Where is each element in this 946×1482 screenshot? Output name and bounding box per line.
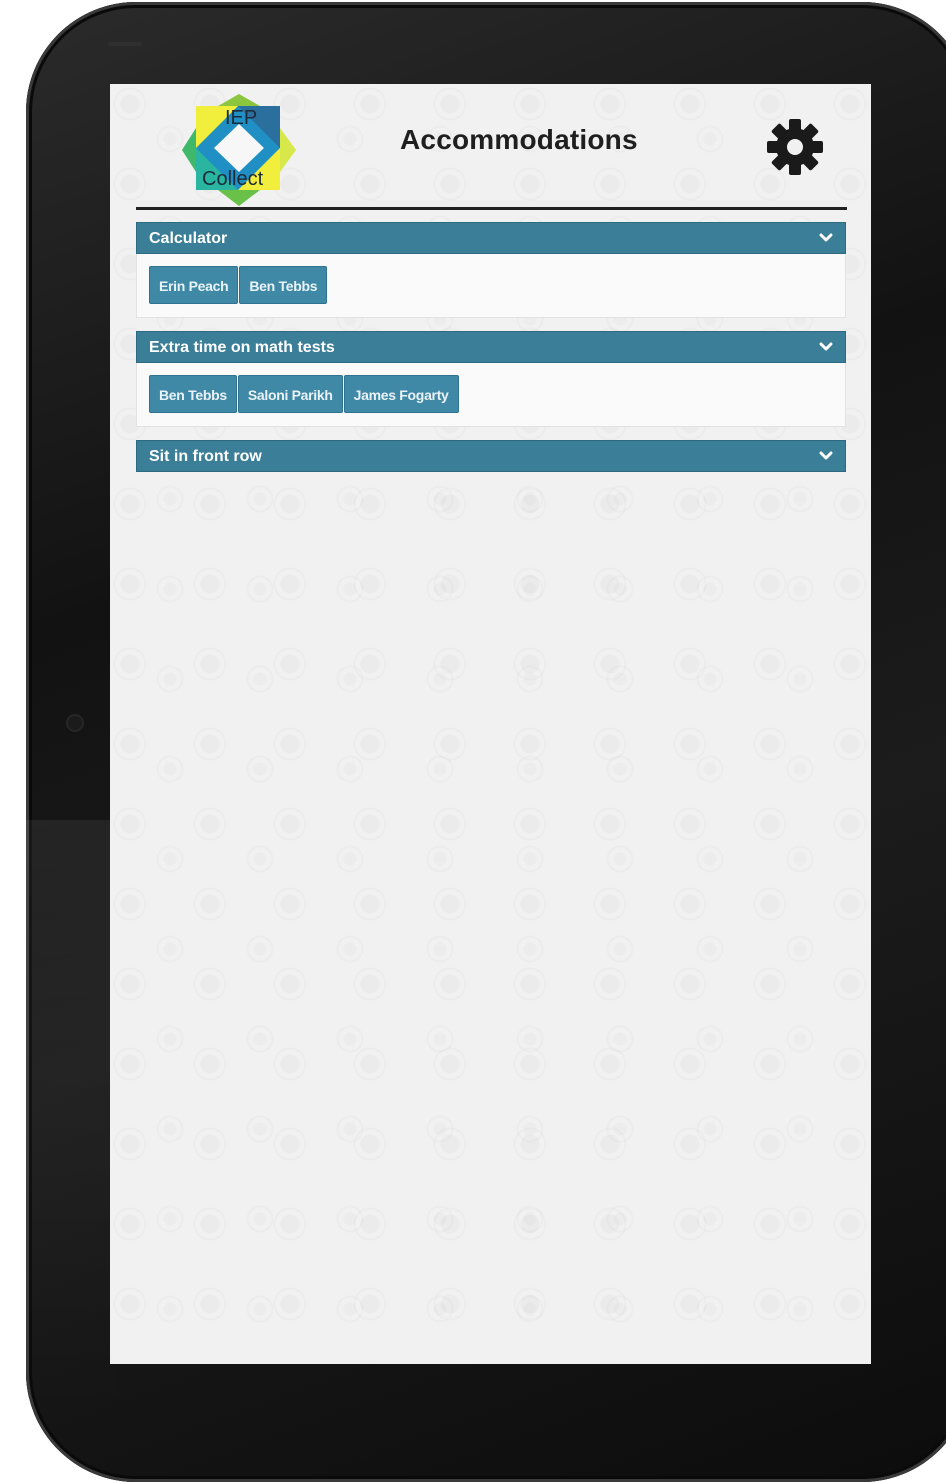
logo-text-collect: Collect <box>202 168 264 190</box>
accommodation-header[interactable]: Extra time on math tests <box>136 331 846 363</box>
chevron-down-icon <box>819 342 833 351</box>
tablet-speaker <box>108 42 142 46</box>
student-chip[interactable]: Ben Tebbs <box>149 375 237 413</box>
gear-icon <box>767 119 823 175</box>
accommodation-label: Calculator <box>149 230 228 247</box>
student-list: Ben Tebbs Saloni Parikh James Fogarty <box>136 363 846 427</box>
header-divider <box>136 207 847 210</box>
accommodation-panel-calculator: Calculator Erin Peach Ben Tebbs <box>136 222 846 318</box>
student-chip[interactable]: Ben Tebbs <box>239 266 328 304</box>
accommodation-panel-extra-time: Extra time on math tests Ben Tebbs Saloni… <box>136 331 846 427</box>
accommodation-header[interactable]: Calculator <box>136 222 846 254</box>
settings-button[interactable] <box>766 118 824 176</box>
student-chip[interactable]: James Fogarty <box>343 375 459 413</box>
student-list: Erin Peach Ben Tebbs <box>136 254 846 318</box>
app-logo[interactable]: IEP Collect <box>180 92 298 208</box>
tablet-camera <box>66 714 84 732</box>
page-title: Accommodations <box>400 124 638 155</box>
logo-text-iep: IEP <box>225 107 258 129</box>
accommodation-label: Extra time on math tests <box>149 339 335 356</box>
student-chip[interactable]: Erin Peach <box>149 266 239 304</box>
chevron-down-icon <box>819 451 833 460</box>
app-screen: IEP Collect Accommodations Calculator Er… <box>110 84 871 1364</box>
chevron-down-icon <box>819 233 833 242</box>
accommodation-label: Sit in front row <box>149 448 262 465</box>
student-chip[interactable]: Saloni Parikh <box>237 375 343 413</box>
app-header: IEP Collect Accommodations <box>110 84 871 208</box>
accommodation-header[interactable]: Sit in front row <box>136 440 846 472</box>
accommodation-panel-front-row: Sit in front row <box>136 440 846 472</box>
